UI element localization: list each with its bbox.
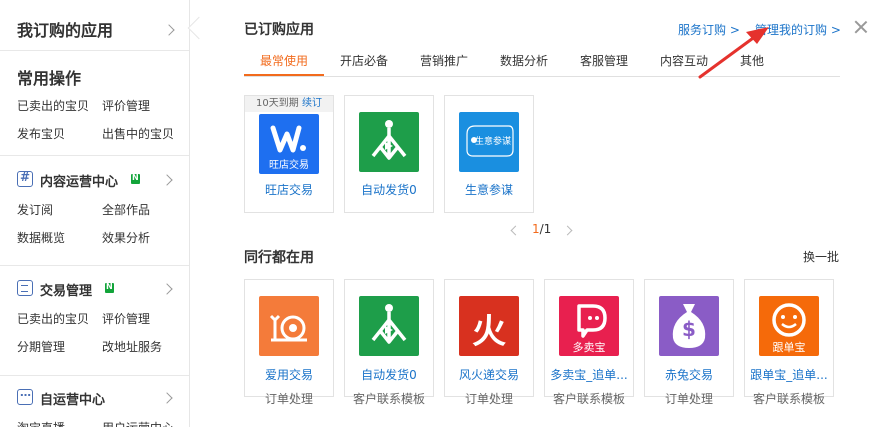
app-root: 我订购的应用 常用操作 已卖出的宝贝 评价管理 发布宝贝 出售中的宝贝 内容运营…	[0, 0, 878, 427]
annotation-arrow-icon	[698, 27, 769, 79]
